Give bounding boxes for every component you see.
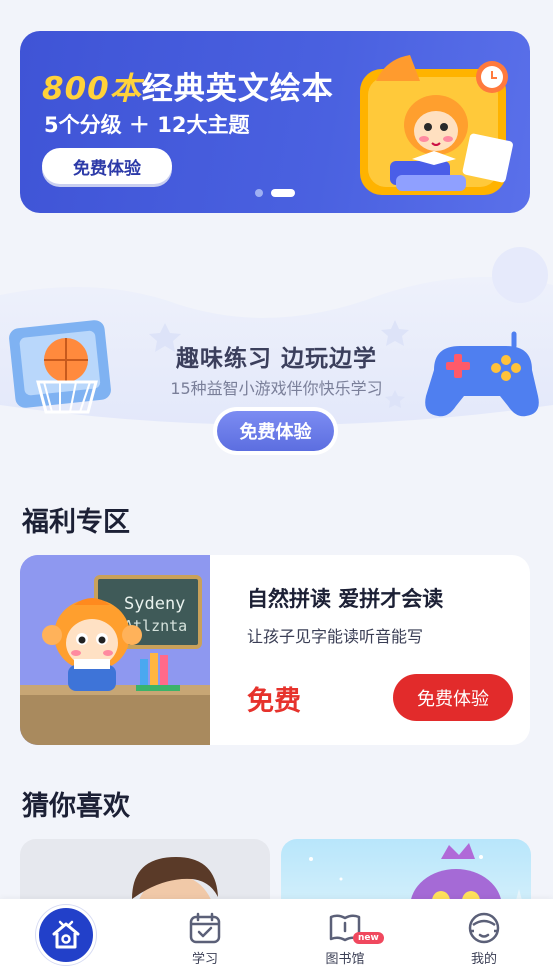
card-title: 自然拼读 爱拼才会读 bbox=[247, 587, 444, 611]
face-icon bbox=[468, 912, 500, 944]
home-icon bbox=[52, 920, 80, 949]
tab-study-label: 学习 bbox=[191, 952, 218, 967]
tab-library[interactable]: new 图书馆 bbox=[295, 899, 395, 971]
game-free-trial-label: 免费体验 bbox=[217, 411, 334, 451]
carousel-dot-1[interactable] bbox=[255, 189, 263, 197]
game-subtitle: 15种益智小游戏伴你快乐学习 bbox=[170, 379, 383, 398]
game-free-trial-button[interactable]: 免费体验 bbox=[213, 407, 338, 455]
welfare-section-title: 福利专区 bbox=[22, 507, 130, 538]
promo-banner[interactable]: 800本经典英文绘本 5个分级 ＋ 12大主题 免费体验 bbox=[20, 31, 530, 213]
carousel-dots[interactable] bbox=[255, 189, 295, 197]
game-section[interactable]: 趣味练习 边玩边学 15种益智小游戏伴你快乐学习 免费体验 bbox=[0, 235, 553, 465]
banner-title-number: 800本 bbox=[42, 71, 142, 107]
new-badge: new bbox=[353, 932, 384, 944]
carousel-dot-2[interactable] bbox=[271, 189, 295, 197]
blackboard-text-line1: Sydeny bbox=[124, 594, 185, 614]
tab-home[interactable] bbox=[16, 899, 116, 971]
card-subtitle: 让孩子见字能读听音能写 bbox=[247, 627, 424, 646]
bottom-tab-bar: 学习 new 图书馆 我的 bbox=[0, 899, 553, 971]
monkey-classroom-illustration: Sydeny Atlznta bbox=[20, 555, 210, 745]
home-tab-active-circle bbox=[36, 905, 96, 965]
banner-title-text: 经典英文绘本 bbox=[141, 71, 334, 107]
phonics-course-card[interactable]: Sydeny Atlznta 自然拼读 爱拼才会读 让孩子见字能读听音能写 免费… bbox=[20, 555, 530, 745]
card-free-trial-button[interactable]: 免费体验 bbox=[393, 674, 513, 721]
tab-study[interactable]: 学习 bbox=[155, 899, 255, 971]
banner-title: 800本经典英文绘本 bbox=[42, 63, 334, 108]
calendar-check-icon bbox=[189, 912, 221, 944]
tab-me[interactable]: 我的 bbox=[434, 899, 534, 971]
recommend-section-title: 猜你喜欢 bbox=[22, 791, 130, 822]
tab-me-label: 我的 bbox=[470, 952, 497, 967]
monkey-reading-illustration bbox=[360, 55, 513, 195]
game-title: 趣味练习 边玩边学 bbox=[175, 346, 377, 372]
tab-library-label: 图书馆 bbox=[325, 952, 365, 967]
card-price: 免费 bbox=[247, 686, 301, 717]
banner-free-trial-button[interactable]: 免费体验 bbox=[42, 148, 172, 184]
banner-subtitle: 5个分级 ＋ 12大主题 bbox=[44, 113, 250, 137]
